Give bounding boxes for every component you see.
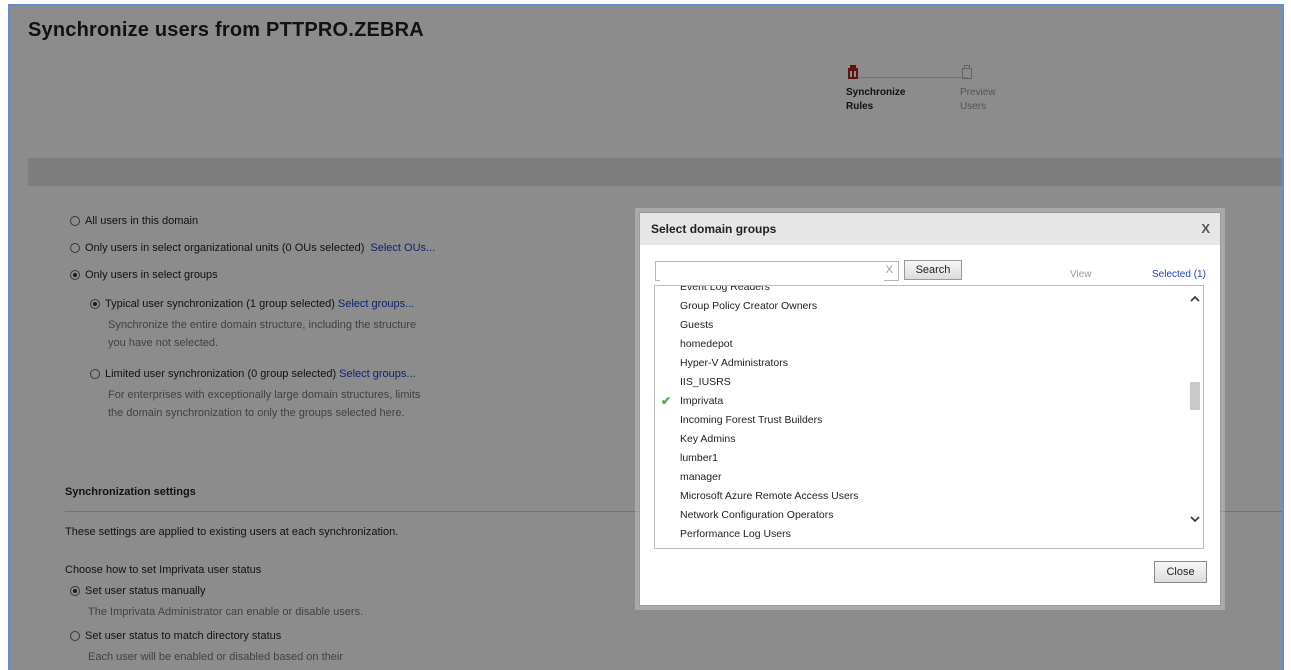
group-list-item[interactable]: Key Admins (655, 430, 1175, 449)
group-name: Key Admins (680, 433, 736, 445)
group-name: Microsoft Azure Remote Access Users (680, 490, 859, 502)
group-name: Network Configuration Operators (680, 509, 834, 521)
group-list-item[interactable]: ✔ Imprivata (655, 392, 1175, 411)
group-list-item[interactable]: Hyper-V Administrators (655, 354, 1175, 373)
scroll-up-icon[interactable] (1189, 292, 1201, 306)
check-icon: ✔ (661, 394, 672, 408)
group-search-input[interactable] (660, 263, 884, 281)
group-name: manager (680, 471, 722, 483)
group-list-scrollbar[interactable] (1187, 286, 1203, 548)
dialog-header: Select domain groups X (640, 213, 1220, 245)
group-list-item[interactable]: homedepot (655, 335, 1175, 354)
group-list-item[interactable]: IIS_IUSRS (655, 373, 1175, 392)
close-button[interactable]: Close (1154, 561, 1207, 583)
group-list-item[interactable]: Network Configuration Operators (655, 506, 1175, 525)
select-domain-groups-dialog: Select domain groups X X Search View Sel… (639, 212, 1221, 606)
group-list-item[interactable]: Performance Log Users (655, 525, 1175, 544)
group-list-item[interactable]: Incoming Forest Trust Builders (655, 411, 1175, 430)
search-button[interactable]: Search (904, 260, 962, 280)
dialog-title: Select domain groups (651, 222, 777, 236)
dialog-close-icon[interactable]: X (1201, 221, 1210, 236)
scrollbar-thumb[interactable] (1190, 382, 1200, 410)
group-list-item[interactable]: Guests (655, 316, 1175, 335)
group-list-item[interactable]: Event Log Readers (655, 285, 1175, 297)
group-list[interactable]: Event Log Readers Group Policy Creator Ow… (654, 285, 1204, 549)
group-name: Imprivata (680, 395, 724, 407)
group-list-item[interactable]: Microsoft Azure Remote Access Users (655, 487, 1175, 506)
group-name: Incoming Forest Trust Builders (680, 414, 823, 426)
group-search-box[interactable]: X (655, 261, 899, 281)
group-list-item[interactable]: Group Policy Creator Owners (655, 297, 1175, 316)
tab-view[interactable]: View (1070, 269, 1092, 280)
group-name: Event Log Readers (680, 285, 770, 293)
group-list-items: Event Log Readers Group Policy Creator Ow… (655, 285, 1175, 544)
group-name: homedepot (680, 338, 733, 350)
group-name: IIS_IUSRS (680, 376, 731, 388)
scroll-down-icon[interactable] (1189, 512, 1201, 526)
group-list-item[interactable]: manager (655, 468, 1175, 487)
group-name: Performance Log Users (680, 528, 791, 540)
group-name: Guests (680, 319, 714, 331)
group-name: Hyper-V Administrators (680, 357, 788, 369)
group-name: Group Policy Creator Owners (680, 300, 818, 312)
app-window: Synchronize users from PTTPRO.ZEBRA Sync… (8, 4, 1284, 670)
group-list-item[interactable]: lumber1 (655, 449, 1175, 468)
clear-search-icon[interactable]: X (886, 264, 893, 276)
tab-selected[interactable]: Selected (1) (1152, 269, 1206, 280)
group-name: lumber1 (680, 452, 718, 464)
